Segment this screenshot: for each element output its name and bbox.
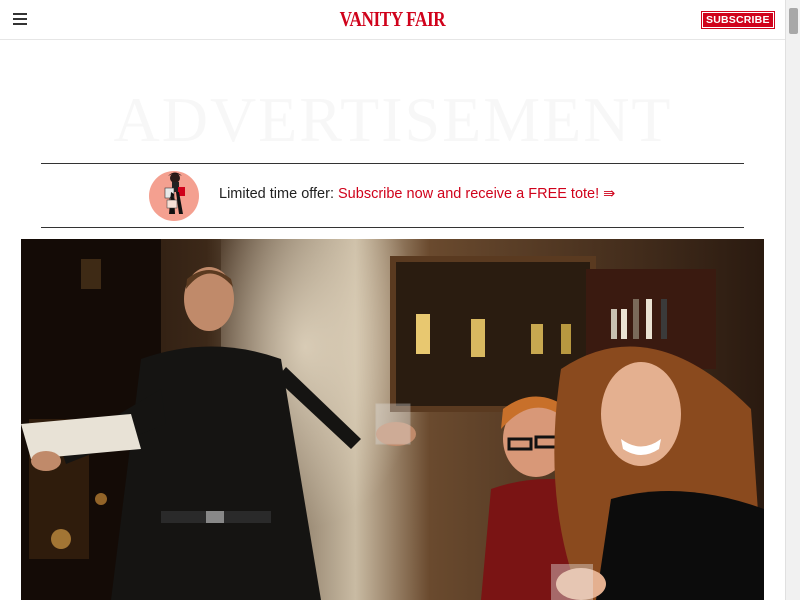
party-photo-illustration bbox=[21, 239, 764, 600]
subscription-offer-banner[interactable]: Limited time offer: Subscribe now and re… bbox=[41, 163, 744, 228]
offer-prefix: Limited time offer: bbox=[219, 186, 334, 202]
vanity-fair-logo[interactable]: VANITY FAIR bbox=[71, 7, 715, 32]
tote-offer-illustration bbox=[149, 171, 199, 221]
subscribe-button[interactable]: SUBSCRIBE bbox=[701, 11, 775, 29]
advertisement-placeholder: ADVERTISEMENT bbox=[113, 88, 673, 152]
hamburger-menu-icon[interactable] bbox=[13, 13, 27, 25]
top-navigation-bar: VANITY FAIR SUBSCRIBE bbox=[0, 0, 785, 40]
offer-subscribe-link[interactable]: Subscribe now and receive a FREE tote! ⇛ bbox=[338, 186, 615, 202]
hero-photo[interactable] bbox=[21, 239, 764, 600]
page-scrollbar[interactable] bbox=[785, 0, 800, 600]
scrollbar-thumb[interactable] bbox=[789, 8, 798, 34]
